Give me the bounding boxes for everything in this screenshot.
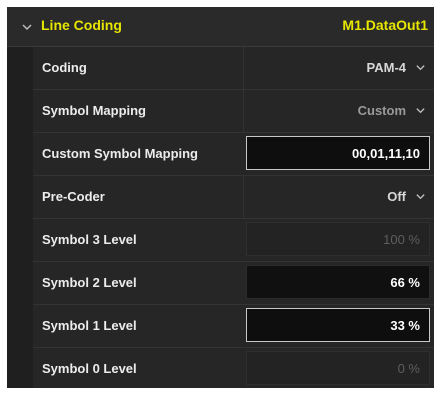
- pre-coder-label: Pre-Coder: [42, 189, 105, 204]
- symbol-3-level-input: 100 %: [246, 222, 430, 256]
- custom-symbol-mapping-input[interactable]: 00,01,11,10: [246, 136, 430, 170]
- row-symbol-2-level: Symbol 2 Level 66 %: [33, 262, 434, 305]
- symbol-2-level-input[interactable]: 66 %: [246, 265, 430, 299]
- symbol-3-level-label: Symbol 3 Level: [42, 232, 137, 247]
- symbol-1-level-label: Symbol 1 Level: [42, 318, 137, 333]
- row-symbol-mapping: Symbol Mapping Custom: [33, 90, 434, 133]
- row-symbol-0-level: Symbol 0 Level 0 %: [33, 348, 434, 388]
- line-coding-panel: Line Coding M1.DataOut1 Coding PAM-4 Sym…: [7, 7, 434, 388]
- row-custom-symbol-mapping: Custom Symbol Mapping 00,01,11,10: [33, 133, 434, 176]
- custom-symbol-mapping-value: 00,01,11,10: [352, 146, 420, 161]
- divider: [243, 176, 244, 218]
- row-symbol-3-level: Symbol 3 Level 100 %: [33, 219, 434, 262]
- section-target: M1.DataOut1: [342, 17, 428, 33]
- settings-list: Coding PAM-4 Symbol Mapping Custom Custo…: [7, 47, 434, 388]
- symbol-1-level-value: 33 %: [390, 318, 420, 333]
- symbol-0-level-input: 0 %: [246, 351, 430, 385]
- symbol-3-level-value: 100 %: [383, 232, 420, 247]
- coding-dropdown-value[interactable]: PAM-4: [367, 60, 406, 75]
- symbol-mapping-dropdown-value[interactable]: Custom: [358, 103, 406, 118]
- chevron-down-icon[interactable]: [415, 62, 426, 73]
- row-pre-coder: Pre-Coder Off: [33, 176, 434, 219]
- section-header[interactable]: Line Coding M1.DataOut1: [7, 7, 434, 47]
- pre-coder-dropdown-value[interactable]: Off: [387, 189, 406, 204]
- coding-label: Coding: [42, 60, 87, 75]
- custom-symbol-mapping-label: Custom Symbol Mapping: [42, 146, 198, 161]
- chevron-down-icon[interactable]: [415, 191, 426, 202]
- chevron-down-icon[interactable]: [21, 21, 33, 33]
- row-symbol-1-level: Symbol 1 Level 33 %: [33, 305, 434, 348]
- row-coding: Coding PAM-4: [33, 47, 434, 90]
- symbol-1-level-input[interactable]: 33 %: [246, 308, 430, 342]
- divider: [243, 90, 244, 132]
- chevron-down-icon[interactable]: [415, 105, 426, 116]
- divider: [243, 47, 244, 89]
- symbol-0-level-label: Symbol 0 Level: [42, 361, 137, 376]
- symbol-mapping-label: Symbol Mapping: [42, 103, 146, 118]
- section-title: Line Coding: [41, 17, 122, 33]
- symbol-0-level-value: 0 %: [397, 361, 420, 376]
- symbol-2-level-label: Symbol 2 Level: [42, 275, 137, 290]
- symbol-2-level-value: 66 %: [390, 275, 420, 290]
